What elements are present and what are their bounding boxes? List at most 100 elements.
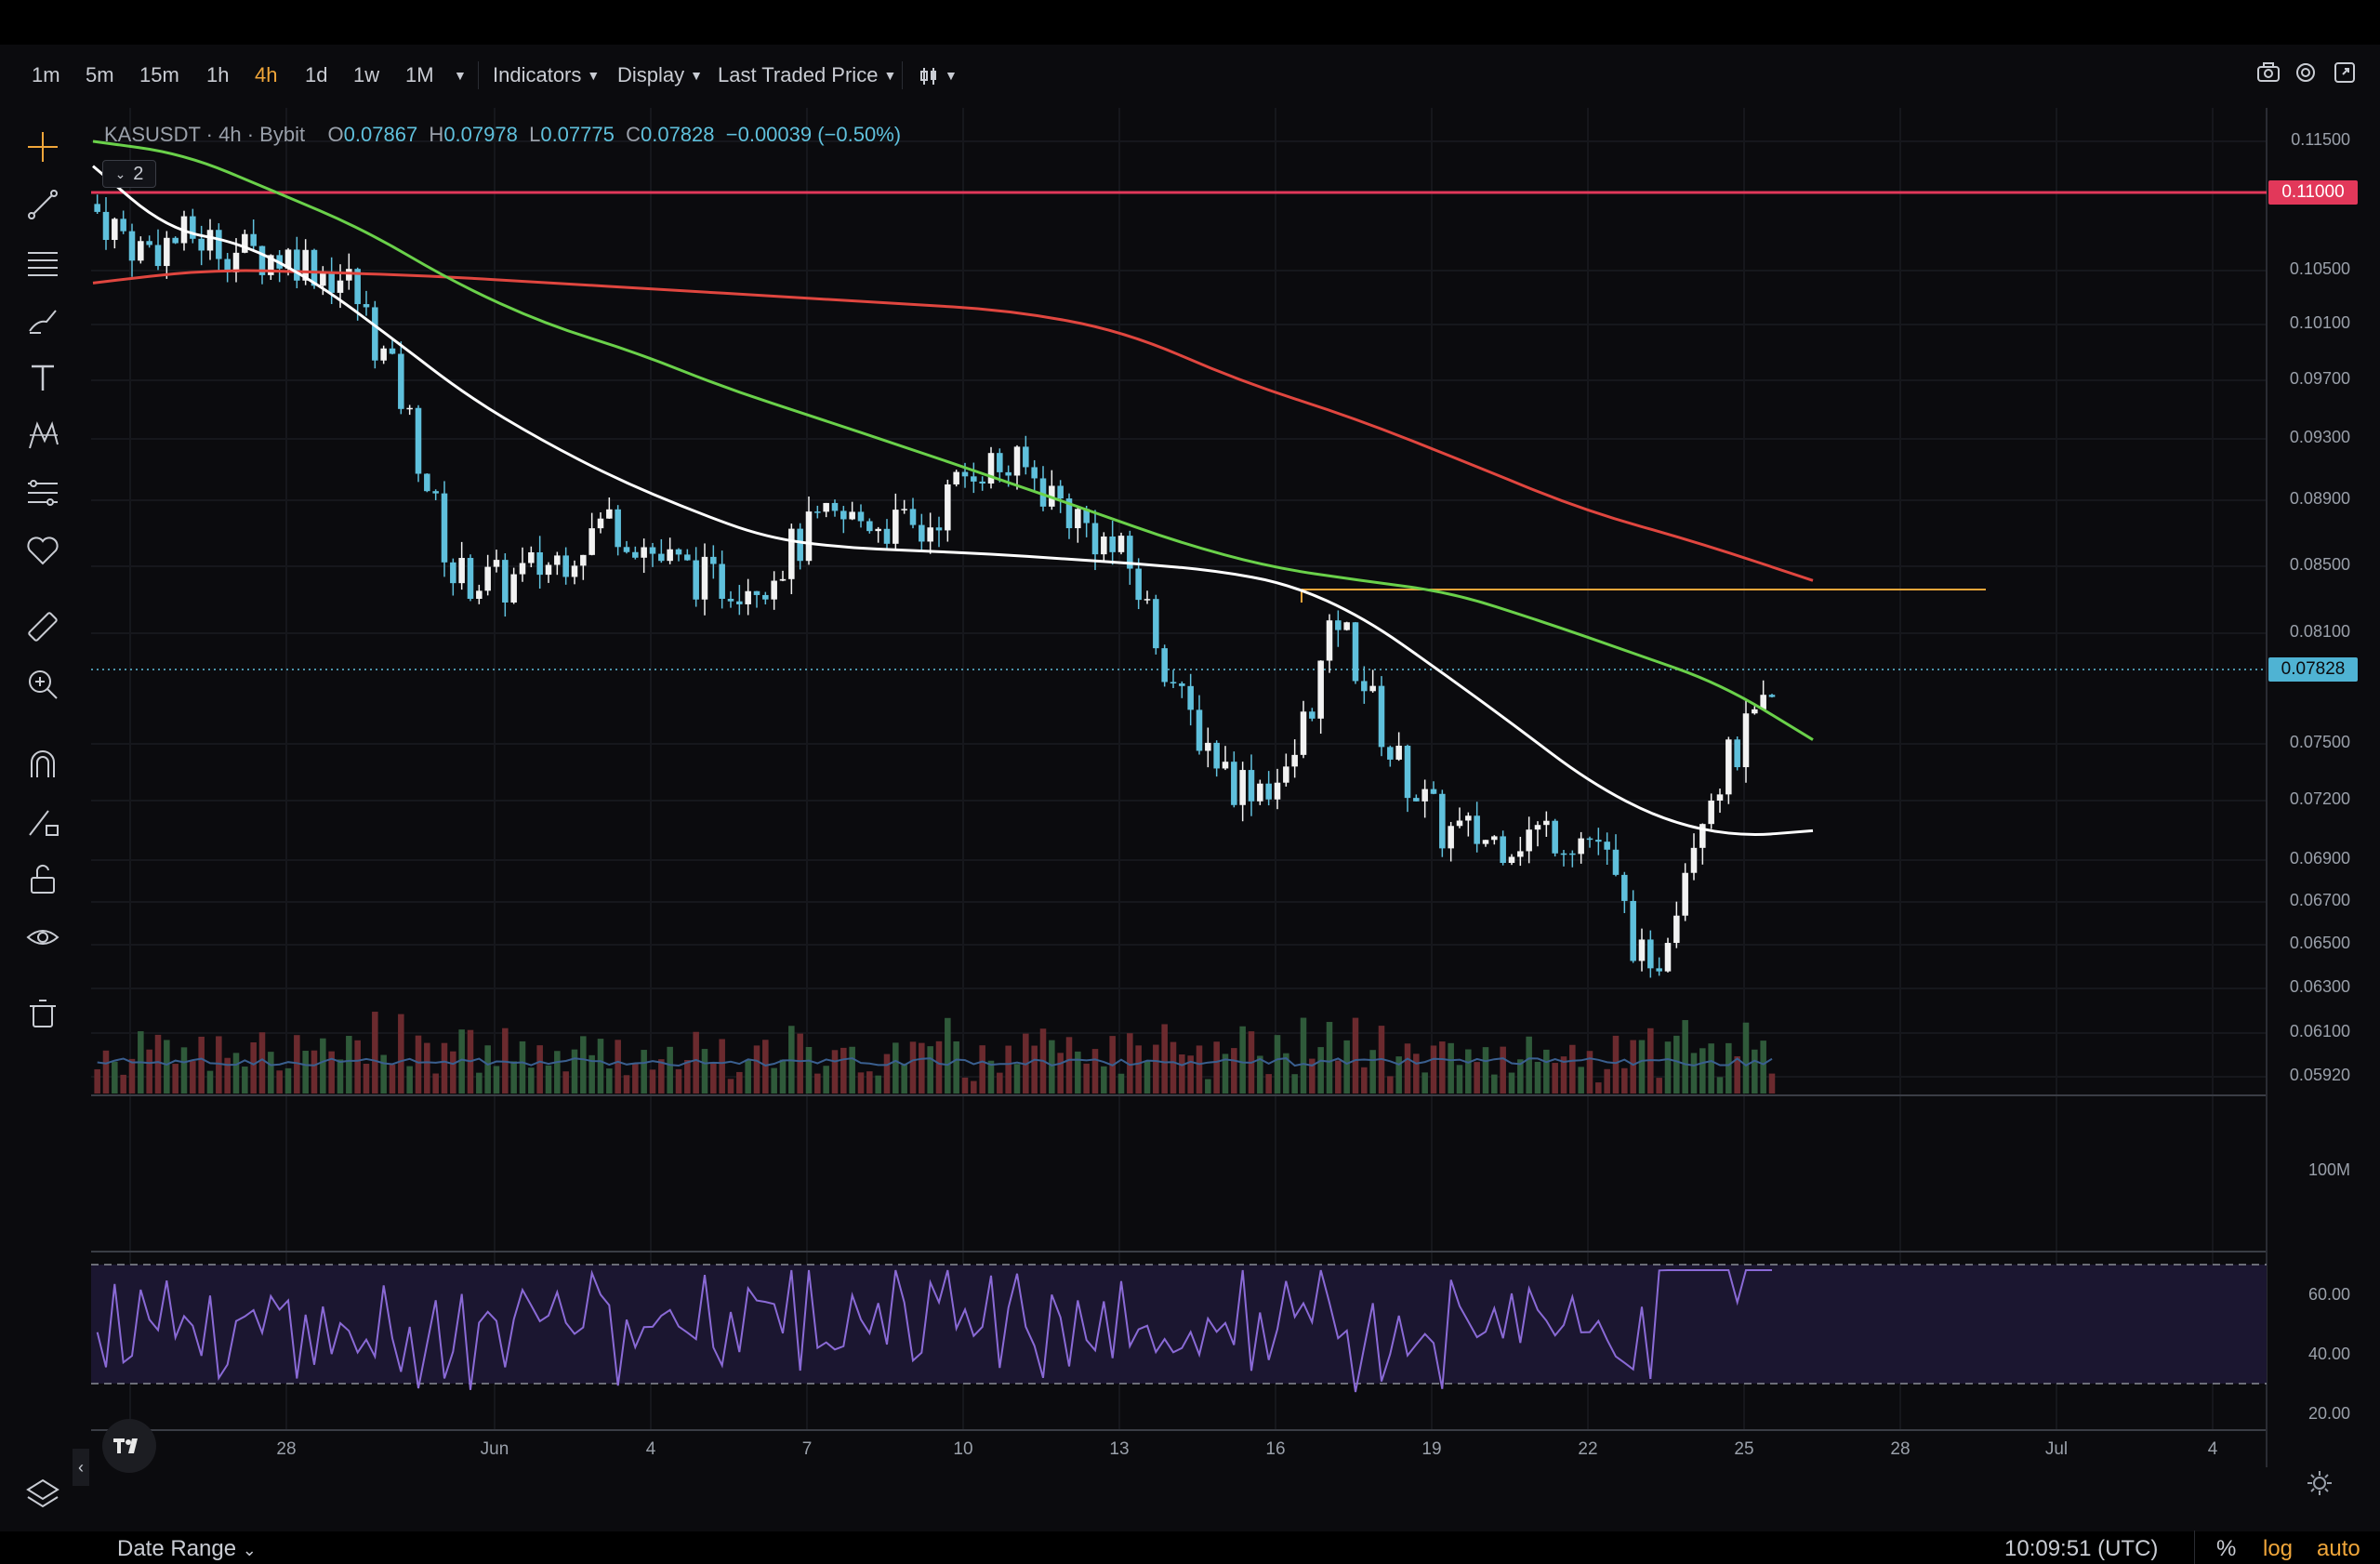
volume-bar	[484, 1045, 491, 1093]
candle-body	[857, 511, 865, 522]
candle-body	[961, 471, 969, 477]
indicator-collapse-button[interactable]: ⌄ 2	[102, 160, 156, 188]
date-range-menu[interactable]: Date Range ⌄	[117, 1536, 257, 1562]
candle-body	[120, 219, 126, 232]
volume-bar	[1465, 1049, 1472, 1093]
candle-body	[1222, 762, 1229, 769]
volume-bar	[658, 1059, 665, 1093]
time-axis-label: 7	[801, 1439, 813, 1459]
candle-body	[545, 564, 552, 576]
percent-toggle[interactable]: %	[2216, 1536, 2236, 1562]
candle-body	[919, 524, 925, 542]
candle-body	[467, 558, 474, 600]
candle-body	[1187, 685, 1194, 710]
price-axis-label: 0.10100	[2289, 313, 2350, 332]
candle-body	[580, 554, 587, 566]
volume-bar	[198, 1036, 205, 1093]
volume-bar	[745, 1059, 751, 1093]
candle-body	[675, 549, 682, 555]
volume-bar	[190, 1061, 196, 1093]
candle-body	[128, 231, 136, 261]
volume-bar	[268, 1052, 274, 1093]
candle-body	[1638, 939, 1646, 961]
candle-body	[1752, 709, 1758, 714]
candle-body	[1075, 509, 1081, 529]
candle-body	[519, 563, 526, 575]
change-value: −0.00039 (−0.50%)	[725, 123, 902, 146]
volume-bar	[875, 1075, 881, 1093]
volume-bar	[1699, 1048, 1706, 1093]
candle-body	[997, 453, 1003, 472]
candle-body	[1213, 742, 1220, 769]
candle-body	[1500, 836, 1506, 864]
candle-body	[805, 511, 813, 562]
volume-bar	[1673, 1035, 1680, 1093]
volume-bar	[1369, 1050, 1376, 1093]
volume-bar	[1595, 1082, 1602, 1093]
utc-clock[interactable]: 10:09:51 (UTC)	[2004, 1536, 2158, 1562]
low-value: 0.07775	[540, 123, 615, 146]
volume-bar	[1500, 1046, 1506, 1093]
candle-body	[1517, 851, 1524, 857]
candle-body	[1300, 711, 1307, 755]
log-toggle[interactable]: log	[2263, 1536, 2293, 1562]
volume-bar	[1091, 1049, 1099, 1093]
candle-body	[493, 560, 500, 567]
volume-bar	[675, 1068, 682, 1093]
auto-toggle[interactable]: auto	[2317, 1536, 2360, 1562]
volume-bar	[250, 1042, 257, 1093]
chart-canvas[interactable]	[0, 45, 2380, 1514]
candle-body	[1726, 739, 1732, 795]
candle-body	[476, 590, 483, 600]
candle-body	[779, 578, 787, 581]
volume-axis-label: 100M	[2307, 1160, 2350, 1179]
volume-bar	[398, 1014, 404, 1093]
volume-bar	[1716, 1077, 1724, 1093]
volume-bar	[510, 1061, 517, 1093]
candle-body	[432, 491, 439, 494]
volume-bar	[320, 1038, 326, 1093]
time-axis-label: Jun	[480, 1439, 509, 1459]
candle-body	[1742, 713, 1750, 768]
volume-bar	[1526, 1036, 1532, 1093]
volume-bar	[415, 1035, 422, 1093]
volume-bar	[667, 1046, 673, 1093]
volume-bar	[945, 1017, 951, 1093]
volume-bar	[892, 1042, 899, 1093]
candle-body	[667, 549, 673, 562]
candle-body	[138, 241, 144, 261]
volume-bar	[623, 1075, 630, 1093]
candle-body	[380, 348, 387, 361]
collapse-sidebar-button[interactable]: ‹	[73, 1449, 89, 1486]
candle-body	[102, 211, 110, 241]
candle-body	[901, 509, 907, 510]
volume-bar	[909, 1041, 917, 1093]
volume-bar	[649, 1069, 656, 1093]
gear-icon[interactable]	[2306, 1469, 2334, 1502]
price-axis-label: 0.05920	[2289, 1066, 2350, 1084]
volume-bar	[1205, 1079, 1211, 1093]
candle-body	[1621, 874, 1628, 901]
candle-body	[641, 547, 647, 558]
volume-bar	[823, 1066, 829, 1093]
volume-bar	[1300, 1017, 1307, 1093]
price-axis-label: 0.06500	[2289, 934, 2350, 952]
price-axis-label: 0.07200	[2289, 789, 2350, 808]
volume-bar	[380, 1054, 387, 1093]
symbol-legend[interactable]: KASUSDT · 4h · Bybit O0.07867 H0.07978 L…	[104, 123, 901, 147]
volume-bar	[146, 1049, 152, 1093]
volume-bar	[1387, 1076, 1394, 1093]
volume-bar	[927, 1046, 933, 1093]
volume-bar	[224, 1057, 231, 1093]
volume-bar	[762, 1040, 769, 1093]
volume-bar	[1726, 1042, 1732, 1093]
candle-body	[1439, 793, 1446, 849]
candle-body	[814, 511, 821, 513]
time-axis-label: 25	[1734, 1439, 1754, 1459]
volume-bar	[232, 1053, 240, 1093]
volume-bar	[971, 1080, 977, 1093]
chart-app: 1m 5m 15m 1h 4h 1d 1w 1M ▼ Indicators ▼ D…	[0, 45, 2380, 1564]
volume-bar	[1231, 1048, 1237, 1093]
candle-body	[1734, 739, 1740, 768]
volume-bar	[1456, 1065, 1463, 1093]
